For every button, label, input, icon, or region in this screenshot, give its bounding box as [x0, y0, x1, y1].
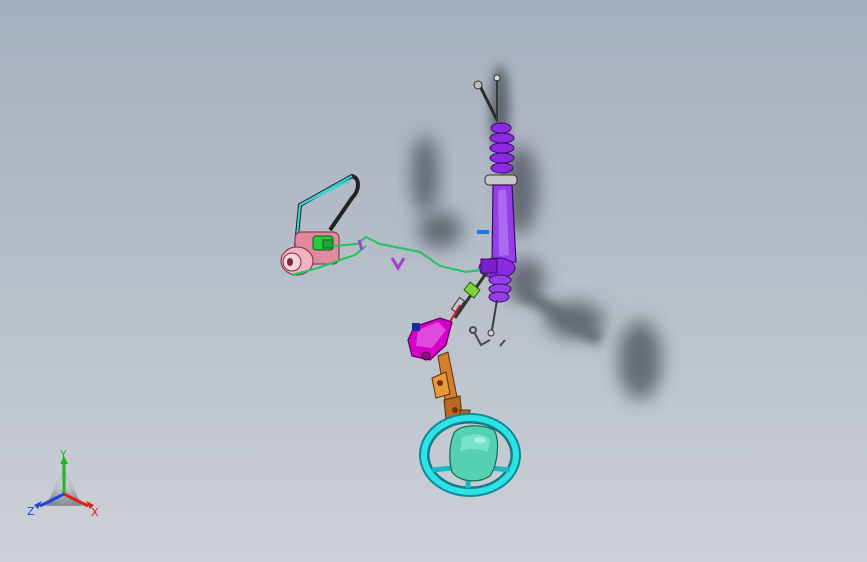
z-axis-label: Z	[27, 505, 35, 518]
airbag-icon	[449, 425, 499, 482]
3d-viewport[interactable]: Y X Z	[0, 0, 867, 562]
power-steering-pump-icon[interactable]	[280, 173, 360, 276]
model-shadow	[411, 65, 662, 400]
y-axis-label: Y	[59, 448, 67, 461]
tie-rod-icon	[469, 326, 506, 347]
steering-rack-icon[interactable]	[473, 74, 518, 337]
steering-column-icon[interactable]	[431, 351, 471, 421]
steering-assembly-model[interactable]	[0, 0, 867, 562]
x-axis-label: X	[91, 506, 99, 519]
coordinate-triad: Y X Z	[27, 448, 99, 519]
